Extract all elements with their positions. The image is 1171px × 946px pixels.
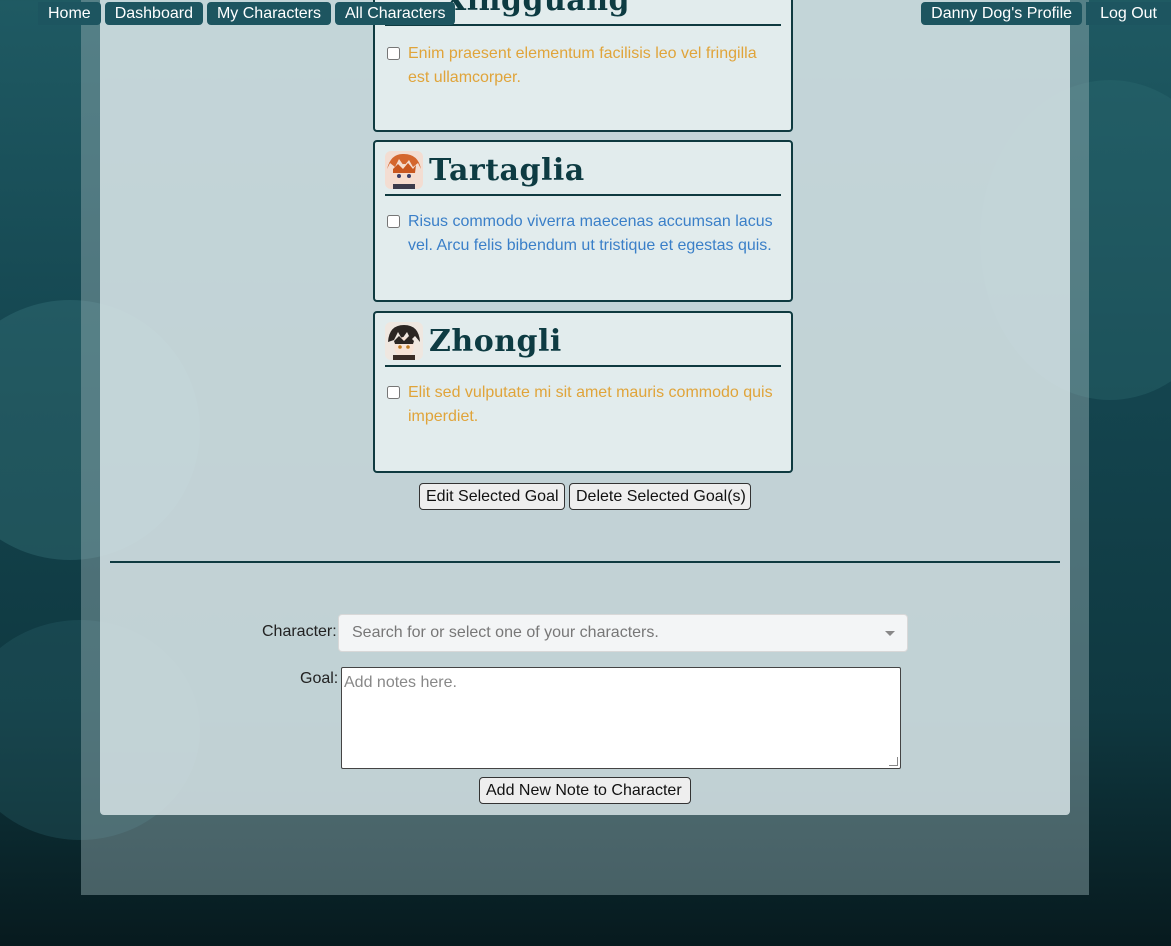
delete-goals-button[interactable]: Delete Selected Goal(s) xyxy=(569,483,751,510)
nav-profile-link[interactable]: Danny Dog's Profile xyxy=(921,2,1083,25)
nav-logout-link[interactable]: Log Out xyxy=(1086,2,1171,25)
nav-dashboard-link[interactable]: Dashboard xyxy=(104,2,203,25)
character-name: Zhongli xyxy=(429,323,562,359)
goal-card-header: Zhongli xyxy=(385,317,781,367)
goal-card: Zhongli Elit sed vulputate mi sit amet m… xyxy=(373,311,793,473)
goal-item: Enim praesent elementum facilisis leo ve… xyxy=(385,42,781,90)
goal-card: Tartaglia Risus commodo viverra maecenas… xyxy=(373,140,793,302)
add-note-button[interactable]: Add New Note to Character xyxy=(479,777,691,804)
character-name: Tartaglia xyxy=(429,152,585,188)
character-avatar xyxy=(385,151,423,189)
nav-home-link[interactable]: Home xyxy=(38,2,101,25)
goal-textarea-placeholder: Add notes here. xyxy=(344,674,457,691)
goal-text: Risus commodo viverra maecenas accumsan … xyxy=(408,213,773,254)
goal-text: Enim praesent elementum facilisis leo ve… xyxy=(408,45,757,86)
nav-left-group: Home Dashboard My Characters All Charact… xyxy=(38,2,456,25)
section-divider xyxy=(110,561,1060,563)
edit-goal-button[interactable]: Edit Selected Goal xyxy=(419,483,565,510)
character-select-placeholder: Search for or select one of your charact… xyxy=(352,624,659,641)
chevron-down-icon[interactable] xyxy=(885,631,895,636)
nav-right-group: Danny Dog's Profile Log Out xyxy=(921,2,1171,25)
goal-card-header: Tartaglia xyxy=(385,146,781,196)
goal-item: Elit sed vulputate mi sit amet mauris co… xyxy=(385,381,781,429)
goal-item: Risus commodo viverra maecenas accumsan … xyxy=(385,210,781,258)
nav-my-characters-link[interactable]: My Characters xyxy=(206,2,331,25)
goal-checkbox[interactable] xyxy=(387,215,400,228)
nav-all-characters-link[interactable]: All Characters xyxy=(335,2,456,25)
goal-label: Goal: xyxy=(300,670,339,687)
character-avatar xyxy=(385,322,423,360)
goal-text: Elit sed vulputate mi sit amet mauris co… xyxy=(408,384,773,425)
goal-checkbox[interactable] xyxy=(387,47,400,60)
character-select[interactable]: Search for or select one of your charact… xyxy=(338,614,908,652)
goal-checkbox[interactable] xyxy=(387,386,400,399)
character-label: Character: xyxy=(262,623,337,640)
goal-textarea[interactable]: Add notes here. xyxy=(341,667,901,769)
resize-handle-icon[interactable] xyxy=(889,757,898,766)
top-navigation: Home Dashboard My Characters All Charact… xyxy=(0,0,1171,26)
